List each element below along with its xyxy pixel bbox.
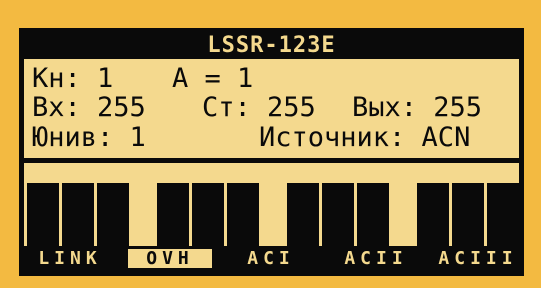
channel-bars (24, 163, 519, 251)
source-value: Источник: ACN (259, 122, 471, 153)
output-value: Вых: 255 (352, 92, 483, 123)
status-acii: ACII (344, 248, 408, 269)
kn-value: Кн: 1 (32, 63, 114, 94)
channel-bar (97, 183, 129, 251)
status-link: LINK (38, 248, 102, 269)
status-ovh: OVH (128, 249, 212, 268)
channel-bar (227, 183, 259, 251)
status-bar: LINK OVH ACI ACII ACIII (24, 246, 519, 271)
channel-bar (157, 183, 189, 251)
channel-bar (417, 183, 449, 251)
lcd-display: LSSR-123E Кн: 1 А = 1 Вх: 255 Ст: 255 Вы… (19, 28, 524, 276)
a-value: А = 1 (172, 63, 254, 94)
channel-bar (62, 183, 94, 251)
channel-bar (357, 183, 389, 251)
device-title: LSSR-123E (207, 33, 336, 58)
channel-bar (27, 183, 59, 251)
universe-value: Юнив: 1 (32, 122, 146, 153)
status-aciii: ACIII (438, 248, 518, 269)
channel-bar (322, 183, 354, 251)
input-value: Вх: 255 (32, 92, 146, 123)
channel-bar (192, 183, 224, 251)
channel-bar (487, 183, 519, 251)
title-bar: LSSR-123E (24, 33, 519, 59)
channel-bar (287, 183, 319, 251)
channel-bar (452, 183, 484, 251)
stage-value: Ст: 255 (202, 92, 316, 123)
status-aci: ACI (247, 248, 295, 269)
